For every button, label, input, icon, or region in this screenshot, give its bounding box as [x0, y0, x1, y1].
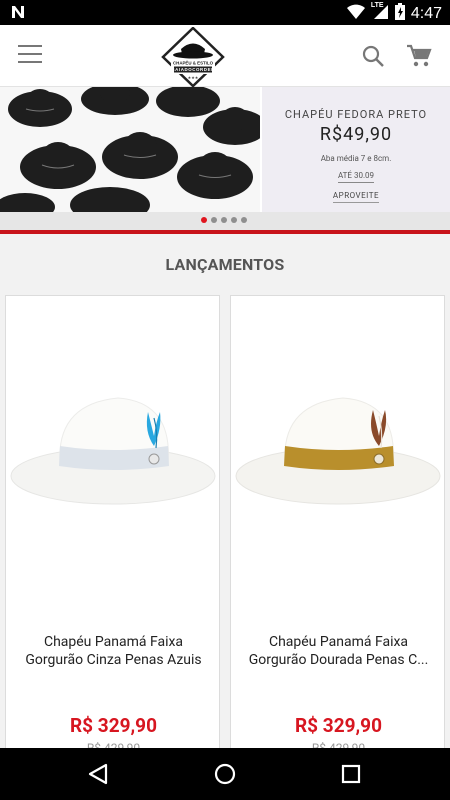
battery-icon — [394, 3, 405, 24]
home-icon[interactable] — [214, 763, 236, 785]
product-name: Chapéu Panamá Faixa Gorgurão Cinza Penas… — [25, 634, 202, 668]
banner-price: R$49,90 — [319, 124, 393, 145]
svg-text:SAIADOCORDEL: SAIADOCORDEL — [172, 67, 215, 72]
carousel-dot-2[interactable] — [211, 217, 217, 223]
product-image-hat — [8, 376, 218, 516]
system-navigation-bar — [0, 748, 450, 800]
hamburger-menu-icon[interactable] — [18, 45, 42, 65]
svg-text:CHAPÉU & ESTILO: CHAPÉU & ESTILO — [173, 61, 214, 66]
status-bar: LTE 4:47 — [0, 0, 450, 25]
product-image-hat — [233, 376, 443, 516]
section-divider — [0, 230, 450, 234]
status-time: 4:47 — [410, 4, 442, 22]
carousel-dots — [201, 217, 247, 223]
recent-apps-icon[interactable] — [341, 764, 361, 784]
signal-icon: LTE — [371, 2, 389, 24]
promo-banner[interactable]: CHAPÉU FEDORA PRETO R$49,90 Aba média 7 … — [0, 87, 450, 212]
notification-n-icon — [10, 4, 26, 25]
product-name: Chapéu Panamá Faixa Gorgurão Dourada Pen… — [248, 634, 429, 668]
product-price: R$ 329,90 — [70, 714, 157, 737]
banner-hats-image — [0, 87, 260, 212]
status-icons: LTE 4:47 — [346, 2, 442, 24]
banner-cta-link[interactable]: APROVEITE — [332, 191, 380, 203]
carousel-dot-4[interactable] — [231, 217, 237, 223]
carousel-dot-3[interactable] — [221, 217, 227, 223]
banner-deadline: ATÉ 30.09 — [337, 171, 375, 183]
brand-logo[interactable]: CHAPÉU & ESTILO SAIADOCORDEL ★★★ — [160, 26, 226, 89]
carousel-indicator-bar — [0, 212, 450, 230]
product-card[interactable]: Chapéu Panamá Faixa Gorgurão Dourada Pen… — [230, 295, 445, 765]
wifi-icon — [346, 4, 365, 24]
app-bar: CHAPÉU & ESTILO SAIADOCORDEL ★★★ — [0, 25, 450, 89]
product-card[interactable]: Chapéu Panamá Faixa Gorgurão Cinza Penas… — [5, 295, 220, 765]
section-title: LANÇAMENTOS — [165, 255, 285, 274]
product-price: R$ 329,90 — [295, 714, 382, 737]
banner-title: CHAPÉU FEDORA PRETO — [284, 108, 428, 121]
carousel-dot-5[interactable] — [241, 217, 247, 223]
shopping-cart-icon[interactable] — [406, 44, 432, 68]
search-icon[interactable] — [361, 44, 385, 68]
banner-info: CHAPÉU FEDORA PRETO R$49,90 Aba média 7 … — [262, 87, 450, 212]
back-icon[interactable] — [86, 763, 110, 785]
carousel-dot-1[interactable] — [201, 217, 207, 223]
svg-text:★★★: ★★★ — [188, 75, 199, 80]
banner-detail: Aba média 7 e 8cm. — [320, 154, 392, 163]
